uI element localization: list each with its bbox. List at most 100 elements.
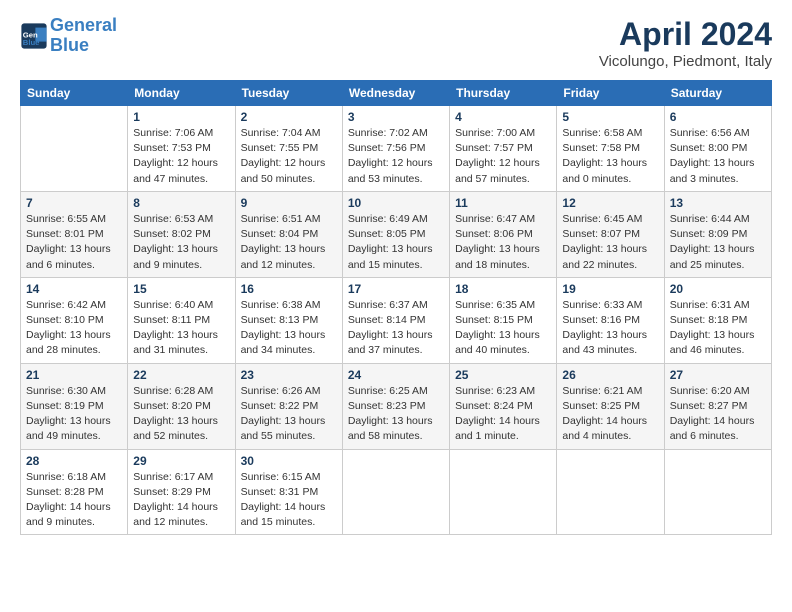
- day-info: Sunrise: 6:33 AMSunset: 8:16 PMDaylight:…: [562, 298, 658, 359]
- day-info: Sunrise: 6:15 AMSunset: 8:31 PMDaylight:…: [241, 470, 337, 531]
- day-number: 22: [133, 368, 229, 382]
- title-block: April 2024 Vicolungo, Piedmont, Italy: [599, 16, 772, 70]
- page-container: Gen Blue General Blue April 2024 Vicolun…: [0, 0, 792, 545]
- location-subtitle: Vicolungo, Piedmont, Italy: [599, 53, 772, 70]
- calendar-cell: 14 Sunrise: 6:42 AMSunset: 8:10 PMDayligh…: [21, 277, 128, 363]
- day-info: Sunrise: 6:20 AMSunset: 8:27 PMDaylight:…: [670, 384, 766, 445]
- day-number: 1: [133, 110, 229, 124]
- day-info: Sunrise: 6:47 AMSunset: 8:06 PMDaylight:…: [455, 212, 551, 273]
- weekday-header-friday: Friday: [557, 81, 664, 106]
- weekday-header-monday: Monday: [128, 81, 235, 106]
- calendar-cell: [450, 449, 557, 535]
- day-info: Sunrise: 6:56 AMSunset: 8:00 PMDaylight:…: [670, 126, 766, 187]
- day-number: 28: [26, 454, 122, 468]
- calendar-cell: 2 Sunrise: 7:04 AMSunset: 7:55 PMDaylight…: [235, 106, 342, 192]
- day-number: 25: [455, 368, 551, 382]
- calendar-cell: 4Sunrise: 7:00 AMSunset: 7:57 PMDaylight…: [450, 106, 557, 192]
- calendar-cell: [557, 449, 664, 535]
- day-number: 17: [348, 282, 444, 296]
- svg-text:Blue: Blue: [23, 38, 40, 47]
- calendar-cell: 18 Sunrise: 6:35 AMSunset: 8:15 PMDayligh…: [450, 277, 557, 363]
- day-info: Sunrise: 6:55 AMSunset: 8:01 PMDaylight:…: [26, 212, 122, 273]
- day-info: Sunrise: 6:44 AMSunset: 8:09 PMDaylight:…: [670, 212, 766, 273]
- calendar-cell: 20Sunrise: 6:31 AMSunset: 8:18 PMDayligh…: [664, 277, 771, 363]
- calendar-cell: 5Sunrise: 6:58 AMSunset: 7:58 PMDaylight…: [557, 106, 664, 192]
- day-number: 18: [455, 282, 551, 296]
- day-info: Sunrise: 6:21 AMSunset: 8:25 PMDaylight:…: [562, 384, 658, 445]
- calendar-cell: 24 Sunrise: 6:25 AMSunset: 8:23 PMDayligh…: [342, 363, 449, 449]
- day-info: Sunrise: 6:58 AMSunset: 7:58 PMDaylight:…: [562, 126, 658, 187]
- calendar-cell: 25Sunrise: 6:23 AMSunset: 8:24 PMDayligh…: [450, 363, 557, 449]
- day-number: 29: [133, 454, 229, 468]
- day-info: Sunrise: 6:35 AMSunset: 8:15 PMDaylight:…: [455, 298, 551, 359]
- calendar-cell: 30 Sunrise: 6:15 AMSunset: 8:31 PMDayligh…: [235, 449, 342, 535]
- day-info: Sunrise: 6:17 AMSunset: 8:29 PMDaylight:…: [133, 470, 229, 531]
- day-number: 12: [562, 196, 658, 210]
- logo: Gen Blue General Blue: [20, 16, 117, 56]
- calendar-cell: 1 Sunrise: 7:06 AMSunset: 7:53 PMDaylight…: [128, 106, 235, 192]
- day-info: Sunrise: 6:30 AMSunset: 8:19 PMDaylight:…: [26, 384, 122, 445]
- calendar-cell: 6Sunrise: 6:56 AMSunset: 8:00 PMDaylight…: [664, 106, 771, 192]
- day-info: Sunrise: 7:00 AMSunset: 7:57 PMDaylight:…: [455, 126, 551, 187]
- day-number: 20: [670, 282, 766, 296]
- day-info: Sunrise: 7:04 AMSunset: 7:55 PMDaylight:…: [241, 126, 337, 187]
- day-info: Sunrise: 6:25 AMSunset: 8:23 PMDaylight:…: [348, 384, 444, 445]
- day-info: Sunrise: 7:06 AMSunset: 7:53 PMDaylight:…: [133, 126, 229, 187]
- calendar-week-row: 21 Sunrise: 6:30 AMSunset: 8:19 PMDayligh…: [21, 363, 772, 449]
- calendar-week-row: 28Sunrise: 6:18 AMSunset: 8:28 PMDayligh…: [21, 449, 772, 535]
- day-number: 14: [26, 282, 122, 296]
- calendar-cell: 29 Sunrise: 6:17 AMSunset: 8:29 PMDayligh…: [128, 449, 235, 535]
- logo-icon: Gen Blue: [20, 22, 48, 50]
- month-title: April 2024: [599, 16, 772, 53]
- day-info: Sunrise: 6:53 AMSunset: 8:02 PMDaylight:…: [133, 212, 229, 273]
- calendar-cell: 27 Sunrise: 6:20 AMSunset: 8:27 PMDayligh…: [664, 363, 771, 449]
- calendar-cell: [342, 449, 449, 535]
- weekday-header-saturday: Saturday: [664, 81, 771, 106]
- day-number: 13: [670, 196, 766, 210]
- weekday-header-thursday: Thursday: [450, 81, 557, 106]
- day-number: 19: [562, 282, 658, 296]
- day-number: 30: [241, 454, 337, 468]
- day-number: 21: [26, 368, 122, 382]
- calendar-cell: 8 Sunrise: 6:53 AMSunset: 8:02 PMDaylight…: [128, 191, 235, 277]
- calendar-cell: 23Sunrise: 6:26 AMSunset: 8:22 PMDayligh…: [235, 363, 342, 449]
- calendar-cell: 9Sunrise: 6:51 AMSunset: 8:04 PMDaylight…: [235, 191, 342, 277]
- weekday-header-sunday: Sunday: [21, 81, 128, 106]
- day-number: 27: [670, 368, 766, 382]
- calendar-week-row: 7 Sunrise: 6:55 AMSunset: 8:01 PMDaylight…: [21, 191, 772, 277]
- day-number: 24: [348, 368, 444, 382]
- day-number: 3: [348, 110, 444, 124]
- calendar-cell: 28Sunrise: 6:18 AMSunset: 8:28 PMDayligh…: [21, 449, 128, 535]
- calendar-cell: 16Sunrise: 6:38 AMSunset: 8:13 PMDayligh…: [235, 277, 342, 363]
- calendar-cell: 13 Sunrise: 6:44 AMSunset: 8:09 PMDayligh…: [664, 191, 771, 277]
- calendar-cell: 26 Sunrise: 6:21 AMSunset: 8:25 PMDayligh…: [557, 363, 664, 449]
- day-info: Sunrise: 6:42 AMSunset: 8:10 PMDaylight:…: [26, 298, 122, 359]
- day-number: 11: [455, 196, 551, 210]
- calendar-table: SundayMondayTuesdayWednesdayThursdayFrid…: [20, 80, 772, 535]
- calendar-cell: 17Sunrise: 6:37 AMSunset: 8:14 PMDayligh…: [342, 277, 449, 363]
- day-number: 26: [562, 368, 658, 382]
- weekday-header-row: SundayMondayTuesdayWednesdayThursdayFrid…: [21, 81, 772, 106]
- calendar-cell: 3 Sunrise: 7:02 AMSunset: 7:56 PMDaylight…: [342, 106, 449, 192]
- day-number: 15: [133, 282, 229, 296]
- calendar-cell: 7 Sunrise: 6:55 AMSunset: 8:01 PMDaylight…: [21, 191, 128, 277]
- calendar-cell: 10Sunrise: 6:49 AMSunset: 8:05 PMDayligh…: [342, 191, 449, 277]
- day-info: Sunrise: 6:26 AMSunset: 8:22 PMDaylight:…: [241, 384, 337, 445]
- calendar-cell: [21, 106, 128, 192]
- day-info: Sunrise: 6:40 AMSunset: 8:11 PMDaylight:…: [133, 298, 229, 359]
- calendar-cell: 19 Sunrise: 6:33 AMSunset: 8:16 PMDayligh…: [557, 277, 664, 363]
- day-number: 2: [241, 110, 337, 124]
- calendar-cell: 12Sunrise: 6:45 AMSunset: 8:07 PMDayligh…: [557, 191, 664, 277]
- day-number: 7: [26, 196, 122, 210]
- calendar-week-row: 14 Sunrise: 6:42 AMSunset: 8:10 PMDayligh…: [21, 277, 772, 363]
- day-number: 8: [133, 196, 229, 210]
- calendar-week-row: 1 Sunrise: 7:06 AMSunset: 7:53 PMDaylight…: [21, 106, 772, 192]
- logo-text: General Blue: [50, 16, 117, 56]
- day-number: 10: [348, 196, 444, 210]
- day-number: 16: [241, 282, 337, 296]
- day-info: Sunrise: 7:02 AMSunset: 7:56 PMDaylight:…: [348, 126, 444, 187]
- weekday-header-wednesday: Wednesday: [342, 81, 449, 106]
- day-info: Sunrise: 6:51 AMSunset: 8:04 PMDaylight:…: [241, 212, 337, 273]
- calendar-cell: 11 Sunrise: 6:47 AMSunset: 8:06 PMDayligh…: [450, 191, 557, 277]
- header: Gen Blue General Blue April 2024 Vicolun…: [20, 16, 772, 70]
